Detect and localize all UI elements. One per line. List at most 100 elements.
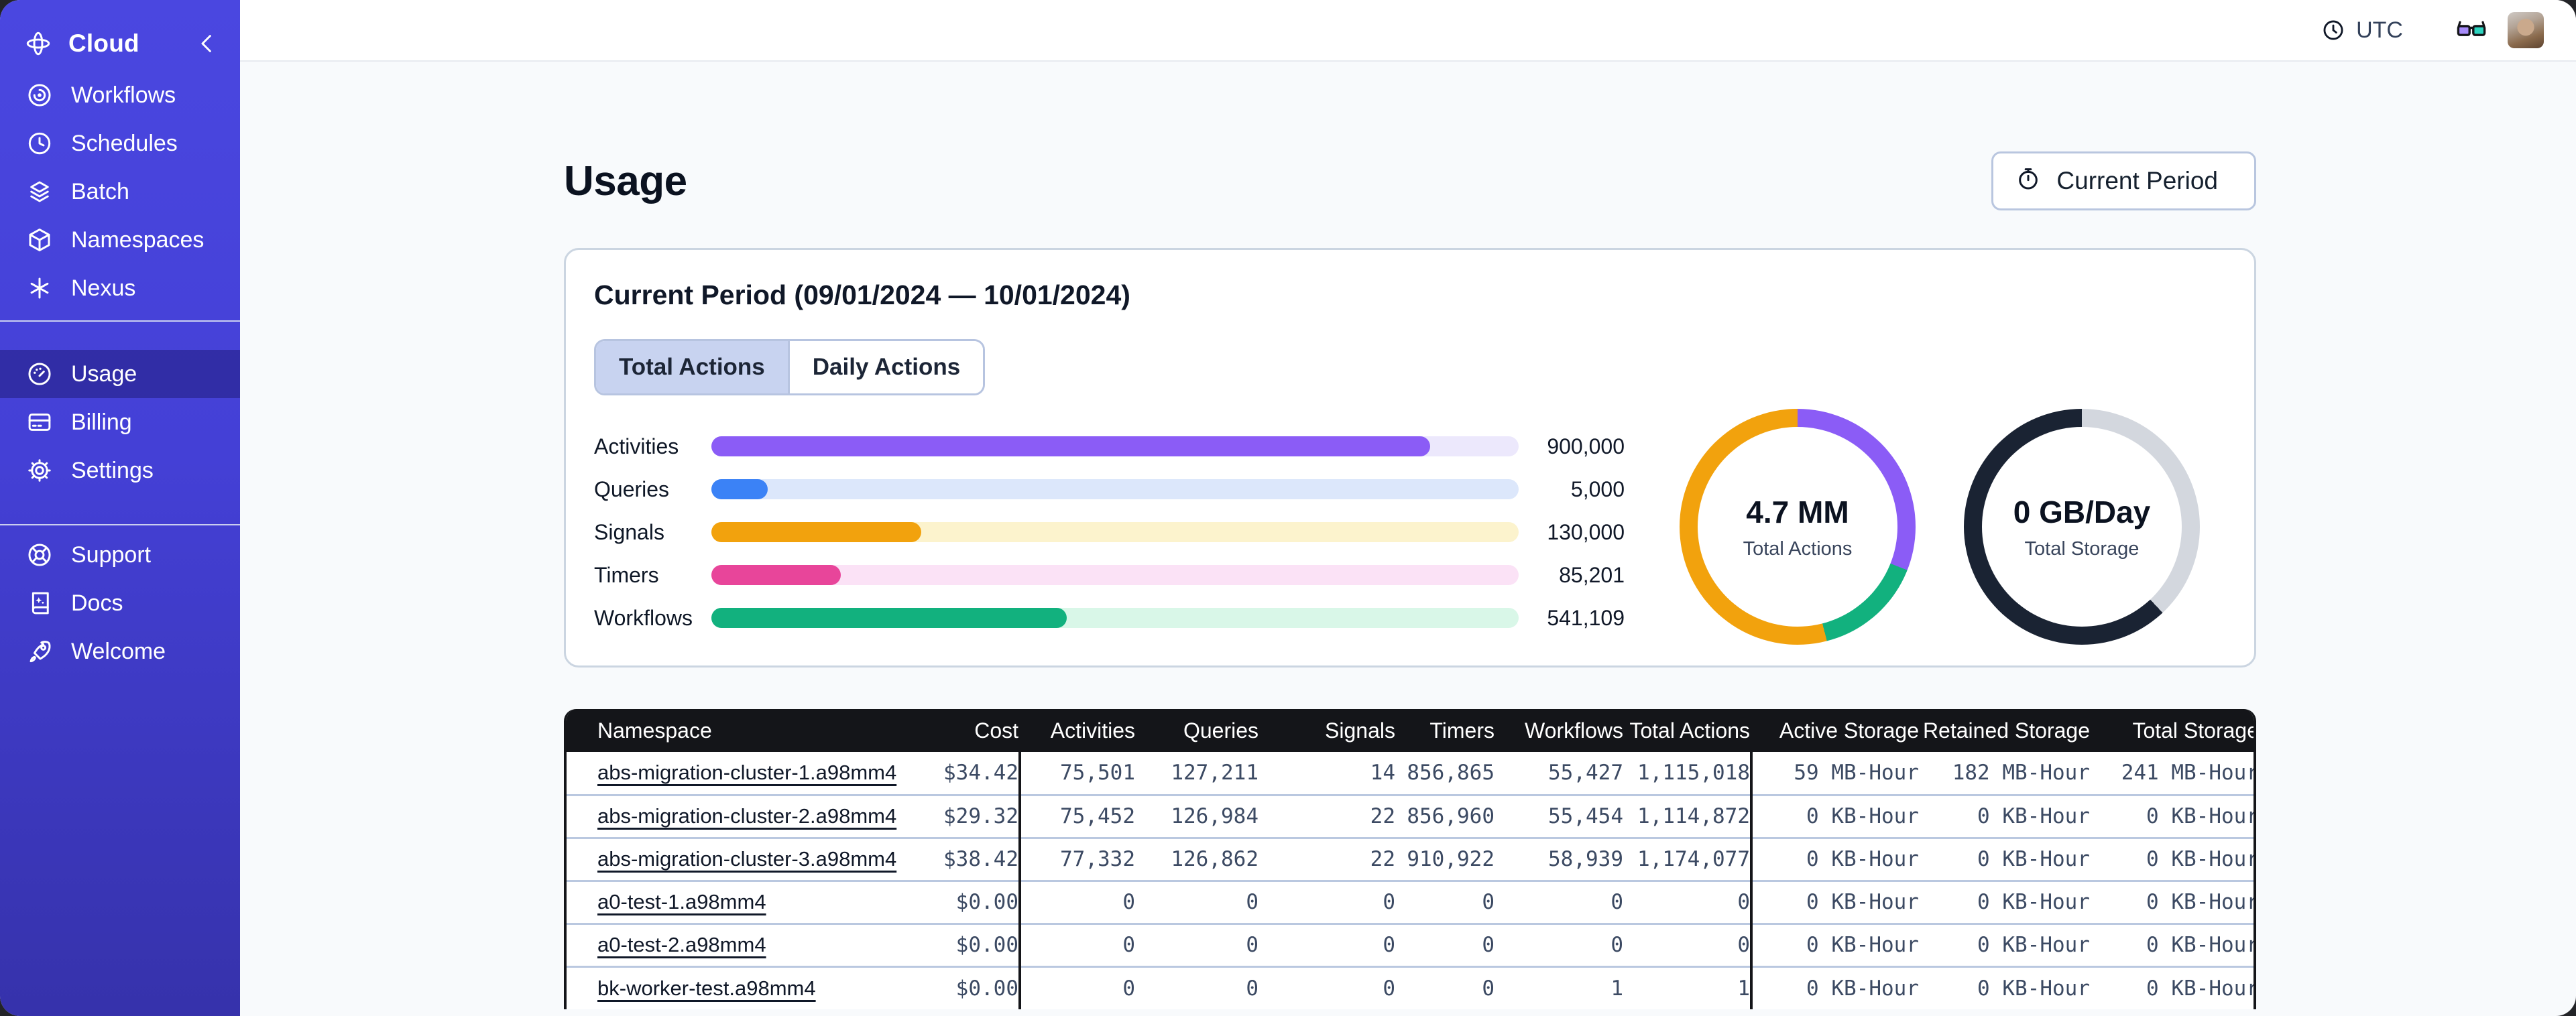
total-storage-label: Total Storage [2024, 537, 2140, 560]
cell-timers: 910,922 [1407, 847, 1495, 871]
cell-cost: $0.00 [888, 881, 1021, 924]
table-row: a0-test-1.a98mm4 $0.00 0 0 0 0 0 0 0 KB-Hour 0 KB… [567, 881, 2256, 924]
sidebar-item-schedules[interactable]: Schedules [0, 119, 240, 168]
sidebar-item-label: Namespaces [71, 227, 204, 253]
column-header-retained-storage: Retained Storage [1919, 709, 2090, 752]
cell-queries: 0 [1246, 976, 1258, 1001]
sidebar-item-usage[interactable]: Usage [0, 350, 240, 398]
bar-track [711, 436, 1519, 456]
cell-timers: 856,960 [1407, 804, 1495, 828]
namespace-link[interactable]: abs-migration-cluster-3.a98mm4 [597, 847, 896, 871]
bar-fill [711, 565, 841, 585]
sidebar-item-nexus[interactable]: Nexus [0, 264, 240, 312]
cell-retained-storage: 0 KB-Hour [1977, 847, 2090, 871]
sidebar: Cloud Workflows Schedules Batch Namespaces N… [0, 0, 240, 1016]
usage-summary-card: Current Period (09/01/2024 — 10/01/2024)… [564, 248, 2256, 668]
cell-active-storage: 59 MB-Hour [1794, 761, 1919, 785]
total-actions-value: 4.7 MM [1746, 494, 1849, 529]
page-header: Usage Current Period [564, 151, 2256, 210]
namespace-link[interactable]: a0-test-2.a98mm4 [597, 933, 766, 956]
period-dropdown-label: Current Period [2056, 167, 2218, 194]
column-header-total-storage: Total Storage [2090, 709, 2253, 752]
sidebar-title: Cloud [68, 29, 139, 57]
column-header-namespace: Namespace [567, 709, 888, 752]
sidebar-item-label: Billing [71, 409, 132, 435]
cell-signals: 0 [1383, 976, 1395, 1001]
main-area: UTC Usage Current Period Current Period … [240, 0, 2576, 1016]
sidebar-item-settings[interactable]: Settings [0, 446, 240, 495]
namespace-link[interactable]: a0-test-1.a98mm4 [597, 890, 766, 913]
namespace-link[interactable]: abs-migration-cluster-2.a98mm4 [597, 804, 896, 828]
total-storage-value: 0 GB/Day [2013, 494, 2151, 529]
sidebar-group: Workflows Schedules Batch Namespaces Nexus [0, 71, 240, 312]
sidebar-header: Cloud [0, 0, 240, 63]
cell-total-storage: 0 KB-Hour [2146, 804, 2256, 828]
welcome-icon [25, 637, 54, 665]
cell-total-actions: 1 [1623, 966, 1753, 1009]
bar-value: 900,000 [1547, 434, 1625, 458]
sidebar-item-support[interactable]: Support [0, 531, 240, 579]
sidebar-item-welcome[interactable]: Welcome [0, 627, 240, 676]
tab-total-actions[interactable]: Total Actions [596, 341, 788, 393]
bar-value: 541,109 [1547, 605, 1625, 630]
cell-total-actions: 0 [1623, 881, 1753, 924]
nexus-icon [25, 274, 54, 302]
column-header-total-actions: Total Actions [1623, 709, 1753, 752]
sidebar-item-label: Nexus [71, 275, 136, 301]
sidebar-item-label: Usage [71, 361, 137, 387]
table-header-row: Namespace Cost Activities Queries Signals Tim… [567, 709, 2253, 752]
cell-queries: 127,211 [1171, 761, 1258, 785]
cell-total-storage: 0 KB-Hour [2146, 847, 2256, 871]
cell-retained-storage: 0 KB-Hour [1977, 976, 2090, 1001]
user-avatar[interactable] [2508, 12, 2544, 48]
table-row: bk-worker-test.a98mm4 $0.00 0 0 0 0 1 1 0 KB-Hou… [567, 966, 2256, 1009]
cell-cost: $0.00 [888, 924, 1021, 966]
table-row: abs-migration-cluster-3.a98mm4 $38.42 77,3… [567, 838, 2256, 881]
timezone-selector[interactable]: UTC [2321, 17, 2414, 44]
cell-active-storage: 0 KB-Hour [1806, 976, 1919, 1001]
cell-active-storage: 0 KB-Hour [1806, 804, 1919, 828]
column-header-activities: Activities [1020, 709, 1135, 752]
cell-queries: 0 [1246, 933, 1258, 957]
tab-daily-actions[interactable]: Daily Actions [787, 341, 984, 393]
cell-queries: 0 [1246, 890, 1258, 914]
billing-icon [25, 408, 54, 436]
column-header-workflows: Workflows [1495, 709, 1623, 752]
cell-total-storage: 0 KB-Hour [2146, 933, 2256, 957]
cell-signals: 0 [1383, 890, 1395, 914]
sidebar-item-batch[interactable]: Batch [0, 168, 240, 216]
cell-activities: 77,332 [1060, 847, 1135, 871]
period-dropdown-button[interactable]: Current Period [1991, 151, 2256, 210]
cell-workflows: 55,454 [1548, 804, 1623, 828]
sidebar-item-billing[interactable]: Billing [0, 398, 240, 446]
cell-signals: 14 [1370, 761, 1395, 785]
sidebar-item-docs[interactable]: Docs [0, 579, 240, 627]
cell-total-storage: 0 KB-Hour [2146, 976, 2256, 1001]
sidebar-collapse-button[interactable] [193, 29, 221, 58]
cell-total-storage: 0 KB-Hour [2146, 890, 2256, 914]
cell-active-storage: 0 KB-Hour [1806, 933, 1919, 957]
sidebar-divider [0, 320, 240, 322]
cell-timers: 0 [1482, 933, 1495, 957]
glasses-icon[interactable] [2455, 14, 2487, 46]
actions-tab-group: Total Actions Daily Actions [594, 339, 986, 395]
namespace-link[interactable]: abs-migration-cluster-1.a98mm4 [597, 761, 896, 784]
workflows-icon [25, 81, 54, 109]
cell-total-actions: 1,114,872 [1623, 795, 1753, 838]
cell-queries: 126,984 [1171, 804, 1258, 828]
column-header-cost: Cost [888, 709, 1021, 752]
usage-card-title: Current Period (09/01/2024 — 10/01/2024) [594, 279, 1130, 310]
bar-fill [711, 522, 922, 542]
temporal-logo-icon [24, 29, 52, 58]
cell-retained-storage: 0 KB-Hour [1977, 890, 2090, 914]
bar-label: Queries [594, 477, 670, 501]
cell-workflows: 1 [1611, 976, 1623, 1001]
sidebar-item-namespaces[interactable]: Namespaces [0, 216, 240, 264]
stopwatch-icon [2015, 165, 2042, 198]
sidebar-item-workflows[interactable]: Workflows [0, 71, 240, 119]
column-header-signals: Signals [1258, 709, 1395, 752]
namespace-link[interactable]: bk-worker-test.a98mm4 [597, 976, 816, 1000]
cell-activities: 75,452 [1060, 804, 1135, 828]
bar-value: 5,000 [1570, 477, 1625, 501]
cell-workflows: 0 [1611, 933, 1623, 957]
